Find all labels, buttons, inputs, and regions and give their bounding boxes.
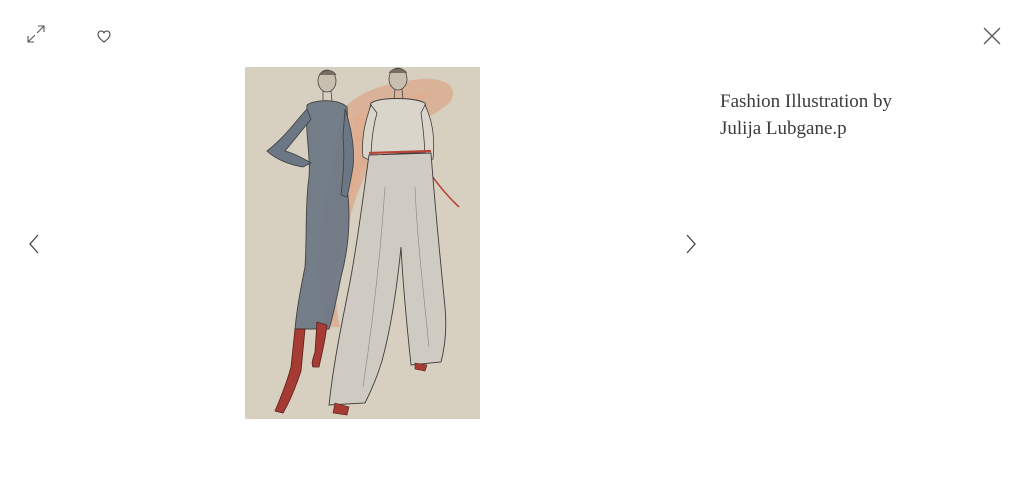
previous-button[interactable] bbox=[22, 230, 46, 258]
next-button[interactable] bbox=[679, 230, 703, 258]
artwork-title: Fashion Illustration by Julija Lubgane.p bbox=[720, 88, 980, 142]
artwork-image bbox=[245, 67, 480, 419]
heart-icon bbox=[97, 29, 111, 43]
close-icon bbox=[983, 27, 1001, 45]
chevron-left-icon bbox=[29, 234, 39, 254]
chevron-right-icon bbox=[686, 234, 696, 254]
artwork-title-line-2: Julija Lubgane.p bbox=[720, 118, 847, 139]
artwork-title-line-1: Fashion Illustration by bbox=[720, 91, 893, 112]
like-button[interactable] bbox=[95, 27, 113, 45]
expand-icon bbox=[27, 25, 45, 43]
close-button[interactable] bbox=[978, 22, 1006, 50]
expand-button[interactable] bbox=[24, 22, 48, 46]
fashion-illustration bbox=[266, 67, 460, 416]
